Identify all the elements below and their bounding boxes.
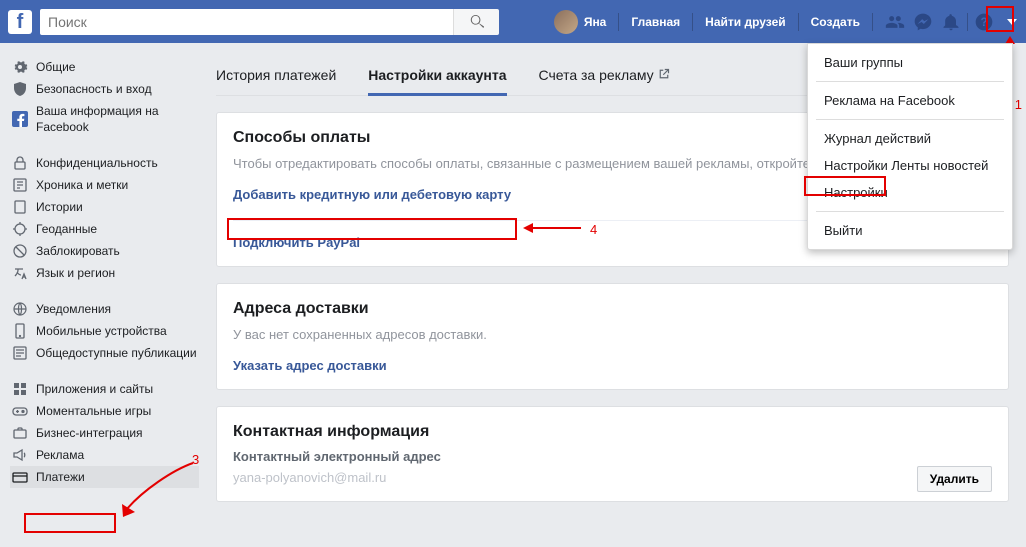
annotation-label-1: 1: [1015, 97, 1022, 112]
help-icon[interactable]: ?: [970, 0, 998, 43]
sidebar-location[interactable]: Геоданные: [10, 218, 199, 240]
shield-icon: [12, 81, 28, 97]
add-shipping-link[interactable]: Указать адрес доставки: [233, 358, 387, 373]
menu-logout[interactable]: Выйти: [808, 217, 1012, 244]
block-icon: [12, 243, 28, 259]
games-icon: [12, 403, 28, 419]
sidebar-instant-games[interactable]: Моментальные игры: [10, 400, 199, 422]
stories-icon: [12, 199, 28, 215]
facebook-logo[interactable]: f: [8, 10, 32, 34]
contact-info-card: Контактная информация Контактный электро…: [216, 406, 1009, 502]
sidebar-language[interactable]: Язык и регион: [10, 262, 199, 284]
nav-find-friends[interactable]: Найти друзей: [695, 0, 795, 43]
chevron-down-icon: [1007, 19, 1017, 25]
card-icon: [12, 469, 28, 485]
sidebar-general[interactable]: Общие: [10, 56, 199, 78]
sidebar-public-posts[interactable]: Общедоступные публикации: [10, 342, 199, 364]
annotation-label-3: 3: [192, 452, 199, 467]
shipping-empty: У вас нет сохраненных адресов доставки.: [233, 326, 992, 344]
account-dropdown-toggle[interactable]: [998, 0, 1026, 43]
external-link-icon: [658, 68, 670, 80]
sidebar-blocking[interactable]: Заблокировать: [10, 240, 199, 262]
facebook-badge-icon: [12, 111, 28, 127]
topbar: f Яна Главная Найти друзей Создать ?: [0, 0, 1026, 43]
top-icons: ?: [881, 0, 1026, 43]
feed-icon: [12, 345, 28, 361]
business-icon: [12, 425, 28, 441]
contact-title: Контактная информация: [233, 423, 992, 441]
sidebar-ads[interactable]: Реклама: [10, 444, 199, 466]
sidebar-stories[interactable]: Истории: [10, 196, 199, 218]
sidebar-business-integrations[interactable]: Бизнес-интеграция: [10, 422, 199, 444]
menu-ads[interactable]: Реклама на Facebook: [808, 87, 1012, 114]
annotation-box-3: [24, 513, 116, 533]
profile-name: Яна: [584, 15, 607, 29]
sidebar-mobile[interactable]: Мобильные устройства: [10, 320, 199, 342]
language-icon: [12, 265, 28, 281]
lock-icon: [12, 155, 28, 171]
notifications-icon[interactable]: [937, 0, 965, 43]
apps-icon: [12, 381, 28, 397]
shipping-addresses-card: Адреса доставки У вас нет сохраненных ад…: [216, 283, 1009, 390]
sidebar-your-info[interactable]: Ваша информация на Facebook: [10, 100, 199, 138]
add-paypal-link[interactable]: Подключить PayPal: [233, 235, 360, 250]
sidebar-apps[interactable]: Приложения и сайты: [10, 378, 199, 400]
account-dropdown-menu: Ваши группы Реклама на Facebook Журнал д…: [807, 43, 1013, 250]
ads-icon: [12, 447, 28, 463]
nav-home[interactable]: Главная: [621, 0, 690, 43]
sidebar-payments[interactable]: Платежи: [10, 466, 199, 488]
menu-settings[interactable]: Настройки: [808, 179, 1012, 206]
sidebar-notifications[interactable]: Уведомления: [10, 298, 199, 320]
contact-email-label: Контактный электронный адрес: [233, 449, 992, 464]
nav-create[interactable]: Создать: [801, 0, 870, 43]
search-input[interactable]: [40, 9, 453, 35]
search-icon: [470, 15, 484, 29]
tab-payment-history[interactable]: История платежей: [216, 57, 336, 95]
svg-text:?: ?: [980, 16, 987, 29]
annotation-label-4: 4: [590, 222, 597, 237]
menu-your-groups[interactable]: Ваши группы: [808, 49, 1012, 76]
tab-account-settings[interactable]: Настройки аккаунта: [368, 57, 506, 95]
search-wrapper: [40, 9, 499, 35]
contact-email-value: yana-polyanovich@mail.ru: [233, 470, 992, 485]
settings-sidebar: Общие Безопасность и вход Ваша информаци…: [0, 43, 199, 502]
location-icon: [12, 221, 28, 237]
sidebar-timeline[interactable]: Хроника и метки: [10, 174, 199, 196]
sidebar-privacy[interactable]: Конфиденциальность: [10, 152, 199, 174]
globe-icon: [12, 301, 28, 317]
delete-email-button[interactable]: Удалить: [917, 466, 992, 492]
tab-ad-billing[interactable]: Счета за рекламу: [539, 57, 670, 95]
menu-news-feed-settings[interactable]: Настройки Ленты новостей: [808, 152, 1012, 179]
gear-icon: [12, 59, 28, 75]
avatar: [554, 10, 578, 34]
friend-requests-icon[interactable]: [881, 0, 909, 43]
tag-icon: [12, 177, 28, 193]
messenger-icon[interactable]: [909, 0, 937, 43]
add-card-link[interactable]: Добавить кредитную или дебетовую карту: [233, 187, 511, 202]
sidebar-security[interactable]: Безопасность и вход: [10, 78, 199, 100]
shipping-title: Адреса доставки: [233, 300, 992, 318]
menu-activity-log[interactable]: Журнал действий: [808, 125, 1012, 152]
search-button[interactable]: [453, 9, 499, 35]
mobile-icon: [12, 323, 28, 339]
profile-link[interactable]: Яна: [544, 0, 617, 43]
top-nav: Яна Главная Найти друзей Создать ?: [544, 0, 1026, 43]
